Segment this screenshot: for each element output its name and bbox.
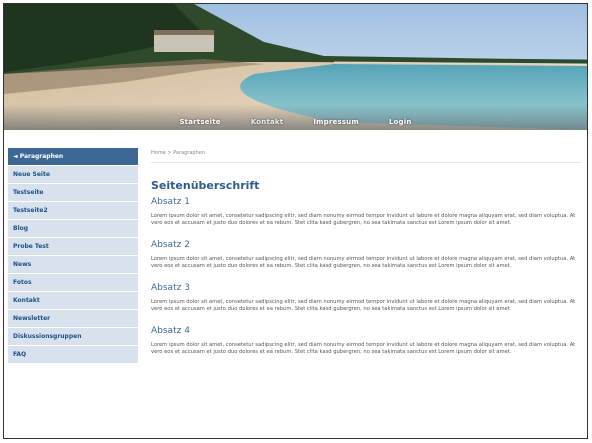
section-absatz-2: Absatz 2 Lorem ipsum dolor sit amet, con…: [151, 240, 581, 270]
sidebar-item-blog[interactable]: Blog: [8, 220, 138, 238]
header-banner-image: Startseite Kontakt Impressum Login: [4, 4, 587, 130]
sidebar-menu: ◄ Paragraphen Neue Seite Testseite Tests…: [8, 148, 138, 364]
section-heading: Absatz 2: [151, 240, 190, 250]
sidebar-item-faq[interactable]: FAQ: [8, 346, 138, 364]
section-text: Lorem ipsum dolor sit amet, consetetur s…: [151, 213, 576, 226]
sidebar-item-probe-test[interactable]: Probe Test: [8, 238, 138, 256]
breadcrumb[interactable]: Home > Paragraphen: [151, 148, 581, 158]
section-absatz-3: Absatz 3 Lorem ipsum dolor sit amet, con…: [151, 283, 581, 313]
main-content: Home > Paragraphen Seitenüberschrift Abs…: [151, 148, 581, 356]
sidebar-item-kontakt[interactable]: Kontakt: [8, 292, 138, 310]
section-heading: Absatz 1: [151, 197, 190, 207]
section-text: Lorem ipsum dolor sit amet, consetetur s…: [151, 256, 576, 269]
section-heading: Absatz 3: [151, 283, 190, 293]
sidebar-item-fotos[interactable]: Fotos: [8, 274, 138, 292]
sidebar-item-testseite[interactable]: Testseite: [8, 184, 138, 202]
sidebar-item-news[interactable]: News: [8, 256, 138, 274]
nav-kontakt[interactable]: Kontakt: [247, 115, 288, 130]
sidebar-item-newsletter[interactable]: Newsletter: [8, 310, 138, 328]
nav-login[interactable]: Login: [385, 115, 416, 130]
nav-startseite[interactable]: Startseite: [175, 115, 224, 130]
section-text: Lorem ipsum dolor sit amet, consetetur s…: [151, 342, 576, 355]
section-text: Lorem ipsum dolor sit amet, consetetur s…: [151, 299, 576, 312]
page-title: Seitenüberschrift: [151, 179, 260, 192]
nav-impressum[interactable]: Impressum: [309, 115, 363, 130]
top-navigation: Startseite Kontakt Impressum Login: [4, 115, 587, 130]
sidebar-item-testseite2[interactable]: Testseite2: [8, 202, 138, 220]
beach-photo: [4, 4, 587, 130]
sidebar-item-paragraphen[interactable]: ◄ Paragraphen: [8, 148, 138, 166]
breadcrumb-divider: [151, 162, 581, 163]
section-absatz-4: Absatz 4 Lorem ipsum dolor sit amet, con…: [151, 326, 581, 356]
section-absatz-1: Absatz 1 Lorem ipsum dolor sit amet, con…: [151, 197, 581, 227]
section-heading: Absatz 4: [151, 326, 190, 336]
sidebar-item-diskussionsgruppen[interactable]: Diskussionsgruppen: [8, 328, 138, 346]
page-frame: Startseite Kontakt Impressum Login ◄ Par…: [3, 3, 588, 439]
sidebar-item-neue-seite[interactable]: Neue Seite: [8, 166, 138, 184]
